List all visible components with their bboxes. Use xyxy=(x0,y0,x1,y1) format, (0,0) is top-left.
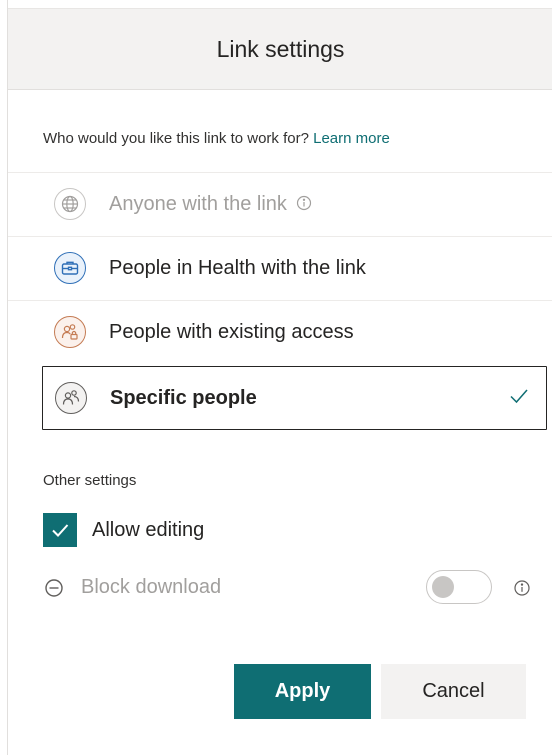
minus-circle-icon xyxy=(45,579,63,597)
people-lock-icon xyxy=(54,316,86,348)
block-download-toggle[interactable] xyxy=(426,570,492,604)
other-settings-heading: Other settings xyxy=(43,472,137,489)
allow-editing-checkbox[interactable] xyxy=(43,513,77,547)
allow-editing-label: Allow editing xyxy=(92,518,205,541)
block-download-row: Block download xyxy=(43,570,543,606)
info-icon[interactable] xyxy=(513,579,531,597)
allow-editing-row: Allow editing xyxy=(43,512,204,548)
learn-more-link[interactable]: Learn more xyxy=(313,130,390,147)
info-icon[interactable] xyxy=(296,195,312,211)
globe-icon xyxy=(54,188,86,220)
option-label: People in Health with the link xyxy=(109,257,366,279)
question-label: Who would you like this link to work for… xyxy=(43,130,309,147)
option-anyone-with-link[interactable]: Anyone with the link xyxy=(8,172,552,236)
briefcase-icon xyxy=(54,252,86,284)
link-settings-panel: Link settings Who would you like this li… xyxy=(7,0,552,755)
people-icon xyxy=(55,382,87,414)
cancel-button[interactable]: Cancel xyxy=(381,664,526,719)
option-existing-access[interactable]: People with existing access xyxy=(8,300,552,364)
option-label: Anyone with the link xyxy=(109,193,312,216)
toggle-knob xyxy=(432,576,454,598)
checkmark-icon xyxy=(510,389,528,404)
panel-header: Link settings xyxy=(8,8,552,90)
option-label: People with existing access xyxy=(109,321,354,343)
apply-button[interactable]: Apply xyxy=(234,664,371,719)
option-specific-people[interactable]: Specific people xyxy=(42,366,547,430)
block-download-label: Block download xyxy=(81,576,222,598)
option-label-text: Anyone with the link xyxy=(109,193,287,215)
check-icon xyxy=(52,524,69,537)
page-title: Link settings xyxy=(216,35,345,62)
question-text: Who would you like this link to work for… xyxy=(43,130,390,147)
option-people-in-health[interactable]: People in Health with the link xyxy=(8,236,552,300)
option-label: Specific people xyxy=(110,386,257,409)
